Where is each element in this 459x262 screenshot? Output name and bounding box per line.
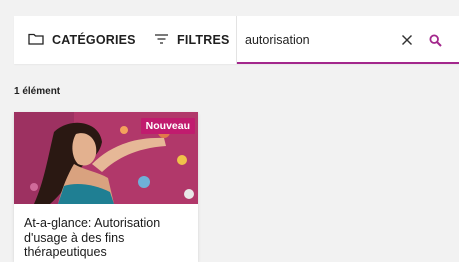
filters-button[interactable]: FILTRES <box>154 16 236 64</box>
result-card[interactable]: Nouveau At-a-glance: Autorisation d'usag… <box>14 112 198 262</box>
close-icon[interactable] <box>397 30 417 50</box>
results-count: 1 élément <box>14 86 61 97</box>
search-box <box>236 16 459 64</box>
categories-button[interactable]: CATÉGORIES <box>14 16 154 64</box>
search-icon[interactable] <box>425 30 445 50</box>
filter-lines-icon <box>154 33 169 48</box>
woman-climbing-photo: Nouveau <box>14 112 198 204</box>
search-input[interactable] <box>237 16 387 64</box>
folder-icon <box>28 32 44 48</box>
card-title[interactable]: At-a-glance: Autorisation d'usage à des … <box>14 204 198 260</box>
search-active-underline <box>237 62 459 64</box>
top-toolbar: CATÉGORIES FILTRES <box>14 16 459 64</box>
categories-label: CATÉGORIES <box>52 33 136 47</box>
new-badge: Nouveau <box>140 118 195 134</box>
filters-label: FILTRES <box>177 33 230 47</box>
